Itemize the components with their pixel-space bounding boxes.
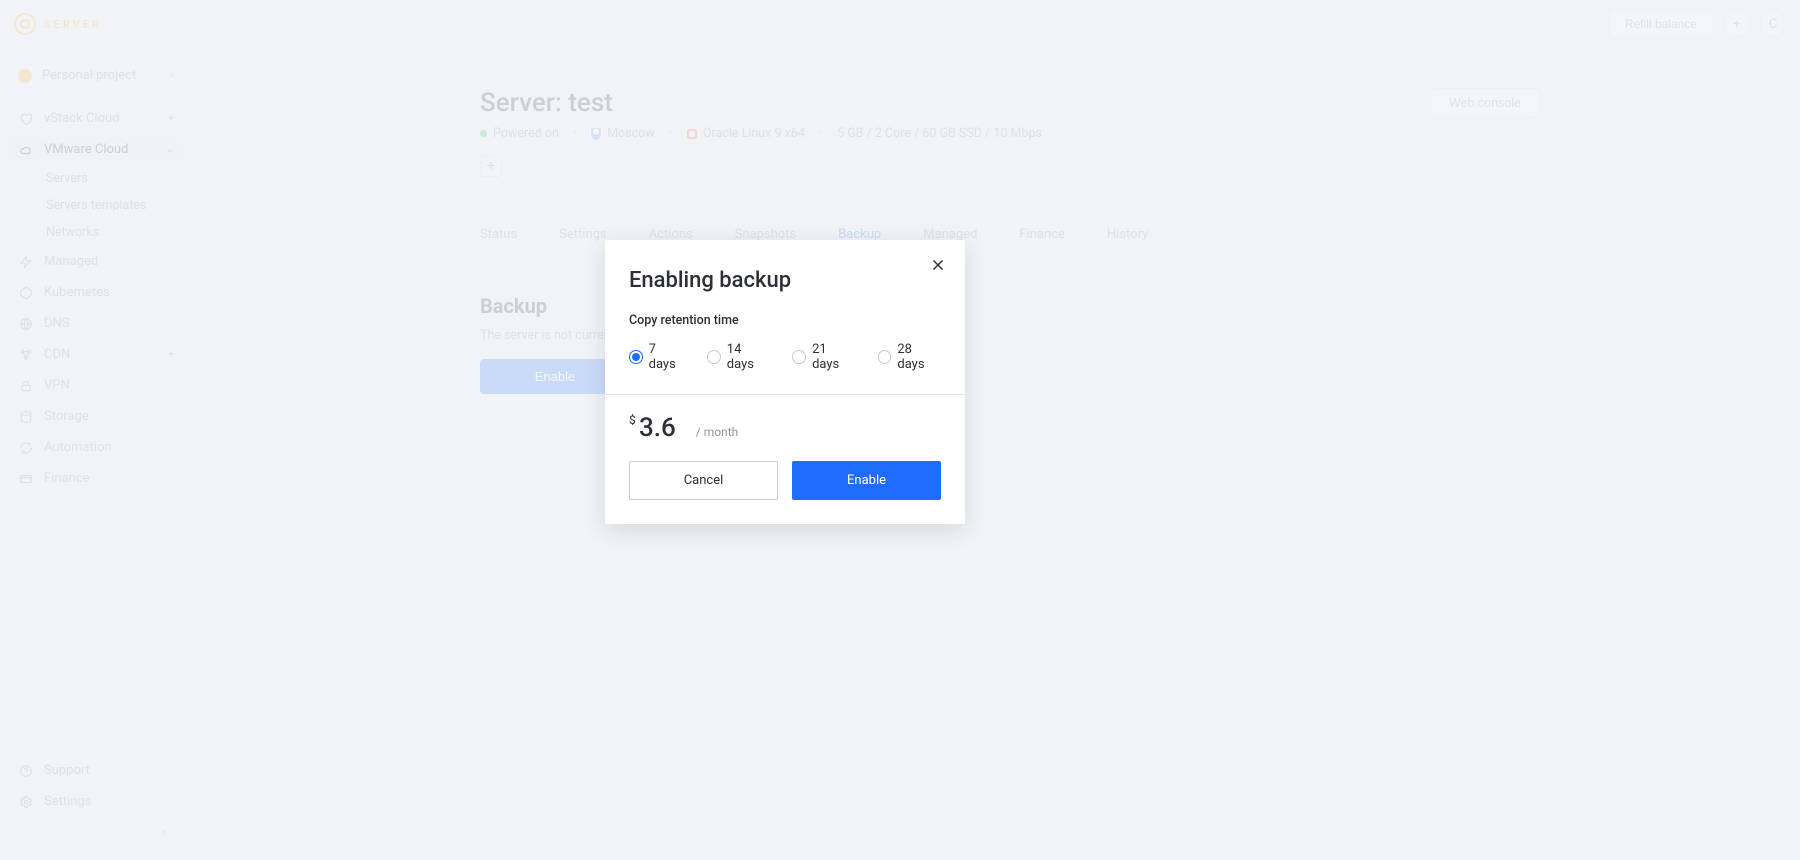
enable-button[interactable]: Enable: [792, 461, 941, 500]
dialog-label: Copy retention time: [629, 313, 941, 328]
price: $ 3.6 / month: [629, 413, 941, 443]
dialog-title: Enabling backup: [629, 268, 941, 293]
retention-option-label: 21 days: [812, 342, 856, 372]
retention-option-label: 7 days: [649, 342, 686, 372]
radio-icon: [878, 350, 892, 364]
retention-option-label: 28 days: [897, 342, 941, 372]
radio-icon: [792, 350, 806, 364]
dialog-close-button[interactable]: [927, 254, 949, 276]
retention-option-28[interactable]: 28 days: [878, 342, 941, 372]
close-icon: [929, 256, 947, 274]
retention-option-14[interactable]: 14 days: [707, 342, 770, 372]
retention-option-21[interactable]: 21 days: [792, 342, 855, 372]
retention-option-7[interactable]: 7 days: [629, 342, 685, 372]
retention-options: 7 days 14 days 21 days 28 days: [629, 342, 941, 372]
divider: [605, 394, 965, 395]
price-value: 3.6: [639, 413, 676, 443]
enable-backup-dialog: Enabling backup Copy retention time 7 da…: [605, 240, 965, 524]
cancel-button[interactable]: Cancel: [629, 461, 778, 500]
radio-icon: [707, 350, 721, 364]
radio-icon: [629, 350, 643, 364]
price-currency: $: [629, 413, 636, 427]
dialog-actions: Cancel Enable: [629, 461, 941, 500]
retention-option-label: 14 days: [727, 342, 771, 372]
price-period: / month: [696, 425, 738, 439]
